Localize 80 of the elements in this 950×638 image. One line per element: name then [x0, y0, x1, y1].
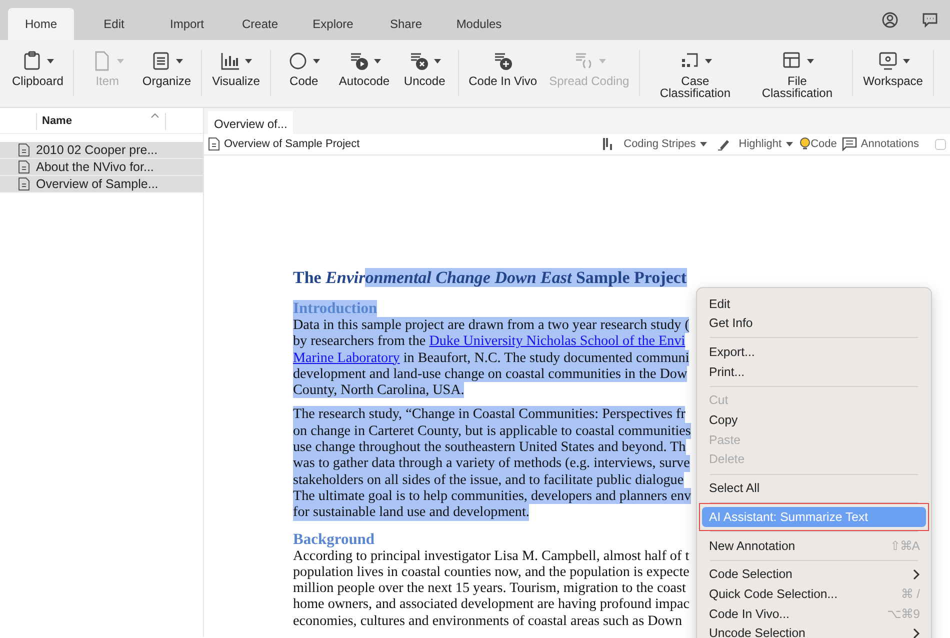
- caret-icon: [245, 58, 252, 64]
- document-title: Overview of Sample Project: [224, 136, 360, 152]
- column-header-label: Name: [42, 114, 72, 130]
- menu-item[interactable]: Copy: [702, 410, 926, 430]
- document-heading: The Environmental Change Down East Sample Project: [293, 268, 687, 288]
- menu-item[interactable]: Get Info: [702, 314, 926, 334]
- highlighter-icon: [716, 137, 731, 151]
- lightbulb-icon: [798, 137, 811, 151]
- menu-item[interactable]: Code In Vivo... ⌥⌘9: [702, 604, 926, 624]
- chevron-right-icon: [913, 628, 920, 638]
- menu-item[interactable]: New Annotation ⇧⌘A: [702, 536, 926, 556]
- ribbon-tab[interactable]: Modules: [446, 8, 512, 40]
- highlight-dropdown[interactable]: Highlight: [738, 136, 793, 152]
- menu-item[interactable]: Quick Code Selection... ⌘ /: [702, 584, 926, 604]
- caret-icon: [806, 58, 814, 64]
- shortcut-label: ⌥⌘9: [887, 606, 920, 623]
- document-icon: [18, 177, 30, 191]
- sort-icon: [151, 113, 159, 118]
- document-icon: [208, 137, 220, 151]
- ribbon-button[interactable]: Organize: [136, 50, 198, 87]
- section-heading: Background: [293, 530, 375, 548]
- menu-item[interactable]: Uncode Selection: [702, 624, 926, 638]
- text-link[interactable]: Marine Laboratory: [293, 350, 400, 366]
- ribbon-tab[interactable]: Edit: [81, 8, 147, 40]
- user-icon: [882, 12, 898, 28]
- code-toggle[interactable]: Code: [810, 136, 837, 152]
- bar-chart-icon: [219, 50, 242, 72]
- caret-icon: [902, 58, 910, 64]
- text-line: population lives in coastal counties now, and the population is expecte: [293, 564, 690, 580]
- ribbon-button[interactable]: Visualize: [206, 50, 266, 87]
- text-line: million people over the next 15 years. Tourism, migration to the coast: [293, 580, 686, 596]
- ribbon-tab[interactable]: Explore: [300, 8, 366, 40]
- caret-icon: [313, 58, 320, 64]
- ribbon-tab[interactable]: Home: [8, 8, 74, 40]
- menu-item[interactable]: Select All: [702, 478, 926, 498]
- chat-icon: [922, 12, 938, 28]
- ribbon-button[interactable]: Code In Vivo: [462, 50, 544, 87]
- section-heading: Introduction: [293, 300, 378, 317]
- annotations-toggle[interactable]: Annotations: [860, 136, 919, 152]
- shortcut-label: ⌘ /: [901, 586, 920, 603]
- comment-icon: [842, 137, 857, 151]
- menu-item[interactable]: Export...: [702, 342, 926, 362]
- document-tab[interactable]: Overview of...: [208, 111, 294, 137]
- caret-icon: [116, 58, 124, 64]
- coding-stripes-dropdown[interactable]: Coding Stripes: [624, 136, 707, 152]
- ribbon-button[interactable]: Code: [274, 50, 333, 87]
- menu-item[interactable]: Code Selection: [702, 564, 926, 584]
- document-icon: [18, 143, 30, 157]
- menu-item[interactable]: Edit: [702, 294, 926, 314]
- ribbon-button[interactable]: Uncode: [396, 50, 454, 87]
- ribbon-tab[interactable]: Create: [227, 8, 293, 40]
- ribbon-tab[interactable]: Share: [373, 8, 439, 40]
- ribbon-button[interactable]: Clipboard: [6, 50, 70, 87]
- caret-icon: [700, 142, 707, 146]
- text-link[interactable]: Duke University Nicholas School of the Envi: [429, 333, 686, 350]
- caret-icon: [704, 58, 712, 64]
- document-icon: [18, 160, 30, 174]
- caret-icon: [598, 58, 606, 64]
- file-list-item[interactable]: Overview of Sample...: [0, 176, 203, 193]
- file-list-item[interactable]: About the NVivo for...: [0, 159, 203, 176]
- menu-item[interactable]: Print...: [702, 362, 926, 382]
- text-line: According to principal investigator Lisa M. Campbell, almost half of t: [293, 548, 690, 564]
- ribbon-button[interactable]: Autocode: [332, 50, 396, 87]
- checkbox[interactable]: [935, 138, 946, 150]
- ribbon-button[interactable]: File Classification: [746, 50, 848, 99]
- ribbon-tab[interactable]: Import: [154, 8, 220, 40]
- ribbon-button[interactable]: Workspace: [857, 50, 929, 87]
- caret-icon: [176, 58, 184, 64]
- monitor-icon: [876, 50, 899, 72]
- chevron-right-icon: [913, 568, 920, 580]
- caret-icon: [434, 58, 442, 64]
- caret-icon: [47, 58, 54, 64]
- ribbon-button[interactable]: Case Classification: [644, 50, 746, 99]
- file-list-item[interactable]: 2010 02 Cooper pre...: [0, 142, 203, 159]
- column-header[interactable]: Name: [36, 113, 166, 130]
- text-line: economies, cultures and environments of coastal areas such as Down: [293, 612, 682, 630]
- caret-icon: [374, 58, 381, 64]
- shortcut-label: ⇧⌘A: [890, 538, 920, 554]
- caret-icon: [786, 142, 793, 146]
- text-line: home owners, and associated development are having profound impac: [293, 596, 690, 613]
